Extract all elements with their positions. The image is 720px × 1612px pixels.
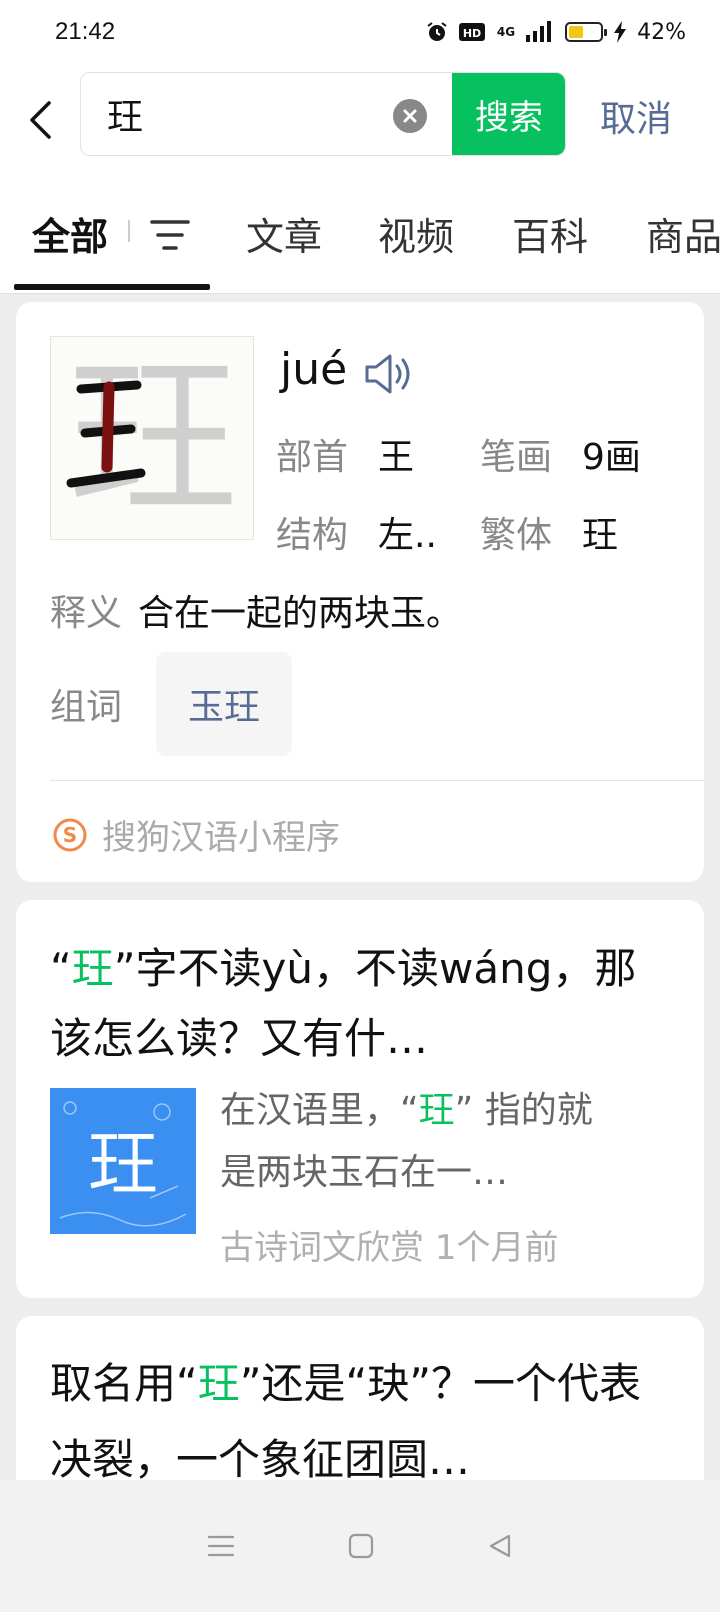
menu-icon[interactable] [207, 1534, 235, 1558]
tab-divider [128, 220, 130, 242]
article-card[interactable]: 取名用“玨”还是“玦”？一个代表决裂，一个象征团圆… [16, 1316, 704, 1480]
snippet-text: 在汉语里，“ [220, 1090, 419, 1131]
svg-text:玨: 玨 [68, 340, 238, 538]
search-button[interactable]: 搜索 [452, 73, 565, 155]
highlight-keyword: 玨 [418, 1090, 455, 1131]
article-title: “玨”字不读yù，不读wáng，那该怎么读？又有什… [50, 934, 660, 1074]
status-bar: 21:42 HD 4G 42% [0, 0, 720, 64]
status-time: 21:42 [55, 18, 116, 45]
tab-products[interactable]: 商品 [646, 206, 720, 261]
definition: 释义 合在一起的两块玉。 [50, 584, 462, 636]
structure-label: 结构 [276, 515, 349, 556]
svg-text:玨: 玨 [88, 1123, 158, 1205]
search-input[interactable] [81, 93, 371, 135]
close-icon [403, 109, 417, 123]
tab-all[interactable]: 全部 [32, 206, 108, 261]
back-triangle-icon[interactable] [487, 1533, 513, 1559]
svg-text:HD: HD [463, 27, 481, 40]
words-label: 组词 [50, 687, 123, 728]
alarm-icon [427, 22, 447, 41]
character-stroke-image: 玨 [50, 336, 254, 540]
divider [50, 780, 704, 781]
speaker-icon[interactable] [364, 352, 414, 396]
network-type: 4G [496, 25, 516, 39]
tab-articles[interactable]: 文章 [246, 206, 322, 261]
highlight-keyword: 玨 [197, 1359, 240, 1408]
search-box: 搜索 [80, 72, 566, 156]
search-header: 搜索 取消 [0, 64, 720, 176]
dictionary-card[interactable]: 玨 jué 部首 王 笔画 9画 结构 左.. 繁体 玨 释义 合在一起的两块玉。… [16, 302, 704, 882]
radical-value: 王 [378, 437, 415, 478]
battery-icon [565, 22, 608, 42]
title-text: 取名用“ [50, 1359, 198, 1408]
article-snippet: 在汉语里，“玨” 指的就是两块玉石在一… [220, 1080, 620, 1204]
definition-text: 合在一起的两块玉。 [138, 593, 463, 634]
article-meta: 古诗词文欣赏 1个月前 [220, 1220, 558, 1269]
sogou-logo-icon: S [53, 818, 87, 851]
cancel-button[interactable]: 取消 [600, 90, 672, 142]
result-tabs: 全部 文章 视频 百科 商品 [0, 176, 720, 294]
article-thumbnail: 玨 [50, 1088, 196, 1234]
tab-videos[interactable]: 视频 [378, 206, 454, 261]
filter-icon[interactable] [150, 218, 190, 252]
source-name: 搜狗汉语小程序 [102, 818, 340, 858]
article-title: 取名用“玨”还是“玦”？一个代表决裂，一个象征团圆… [50, 1346, 660, 1480]
article-time: 1个月前 [434, 1228, 559, 1268]
definition-label: 释义 [50, 593, 123, 634]
pinyin: jué [280, 344, 348, 395]
highlight-keyword: 玨 [71, 944, 114, 993]
thumbnail-image: 玨 [59, 1101, 187, 1227]
article-card[interactable]: “玨”字不读yù，不读wáng，那该怎么读？又有什… 玨 在汉语里，“玨” 指的… [16, 900, 704, 1298]
charging-icon [614, 21, 627, 43]
structure-value: 左.. [378, 515, 437, 556]
active-tab-indicator [14, 284, 210, 290]
title-text: ”字不读yù，不读wáng，那该怎么读？又有什… [50, 944, 637, 1063]
back-button[interactable] [0, 80, 80, 160]
traditional-label: 繁体 [480, 515, 553, 556]
article-source: 古诗词文欣赏 [220, 1228, 424, 1268]
tab-encyclopedia[interactable]: 百科 [512, 206, 588, 261]
svg-text:S: S [63, 823, 77, 847]
system-nav-bar [0, 1480, 720, 1612]
status-icons: HD 4G 42% [425, 20, 686, 45]
word-chip[interactable]: 玉玨 [156, 652, 292, 756]
radical-label: 部首 [276, 437, 349, 478]
clear-button[interactable] [393, 99, 427, 133]
character-glyph: 玨 [66, 340, 238, 538]
traditional-value: 玨 [582, 515, 619, 556]
strokes-label: 笔画 [480, 437, 553, 478]
chevron-left-icon [30, 101, 51, 139]
source-row[interactable]: S 搜狗汉语小程序 [52, 810, 340, 859]
home-icon[interactable] [348, 1533, 374, 1559]
title-text: “ [50, 944, 72, 993]
hd-icon: HD [458, 23, 485, 41]
strokes-value: 9画 [582, 437, 641, 478]
battery-percent: 42% [637, 19, 686, 45]
signal-icon [526, 21, 552, 42]
